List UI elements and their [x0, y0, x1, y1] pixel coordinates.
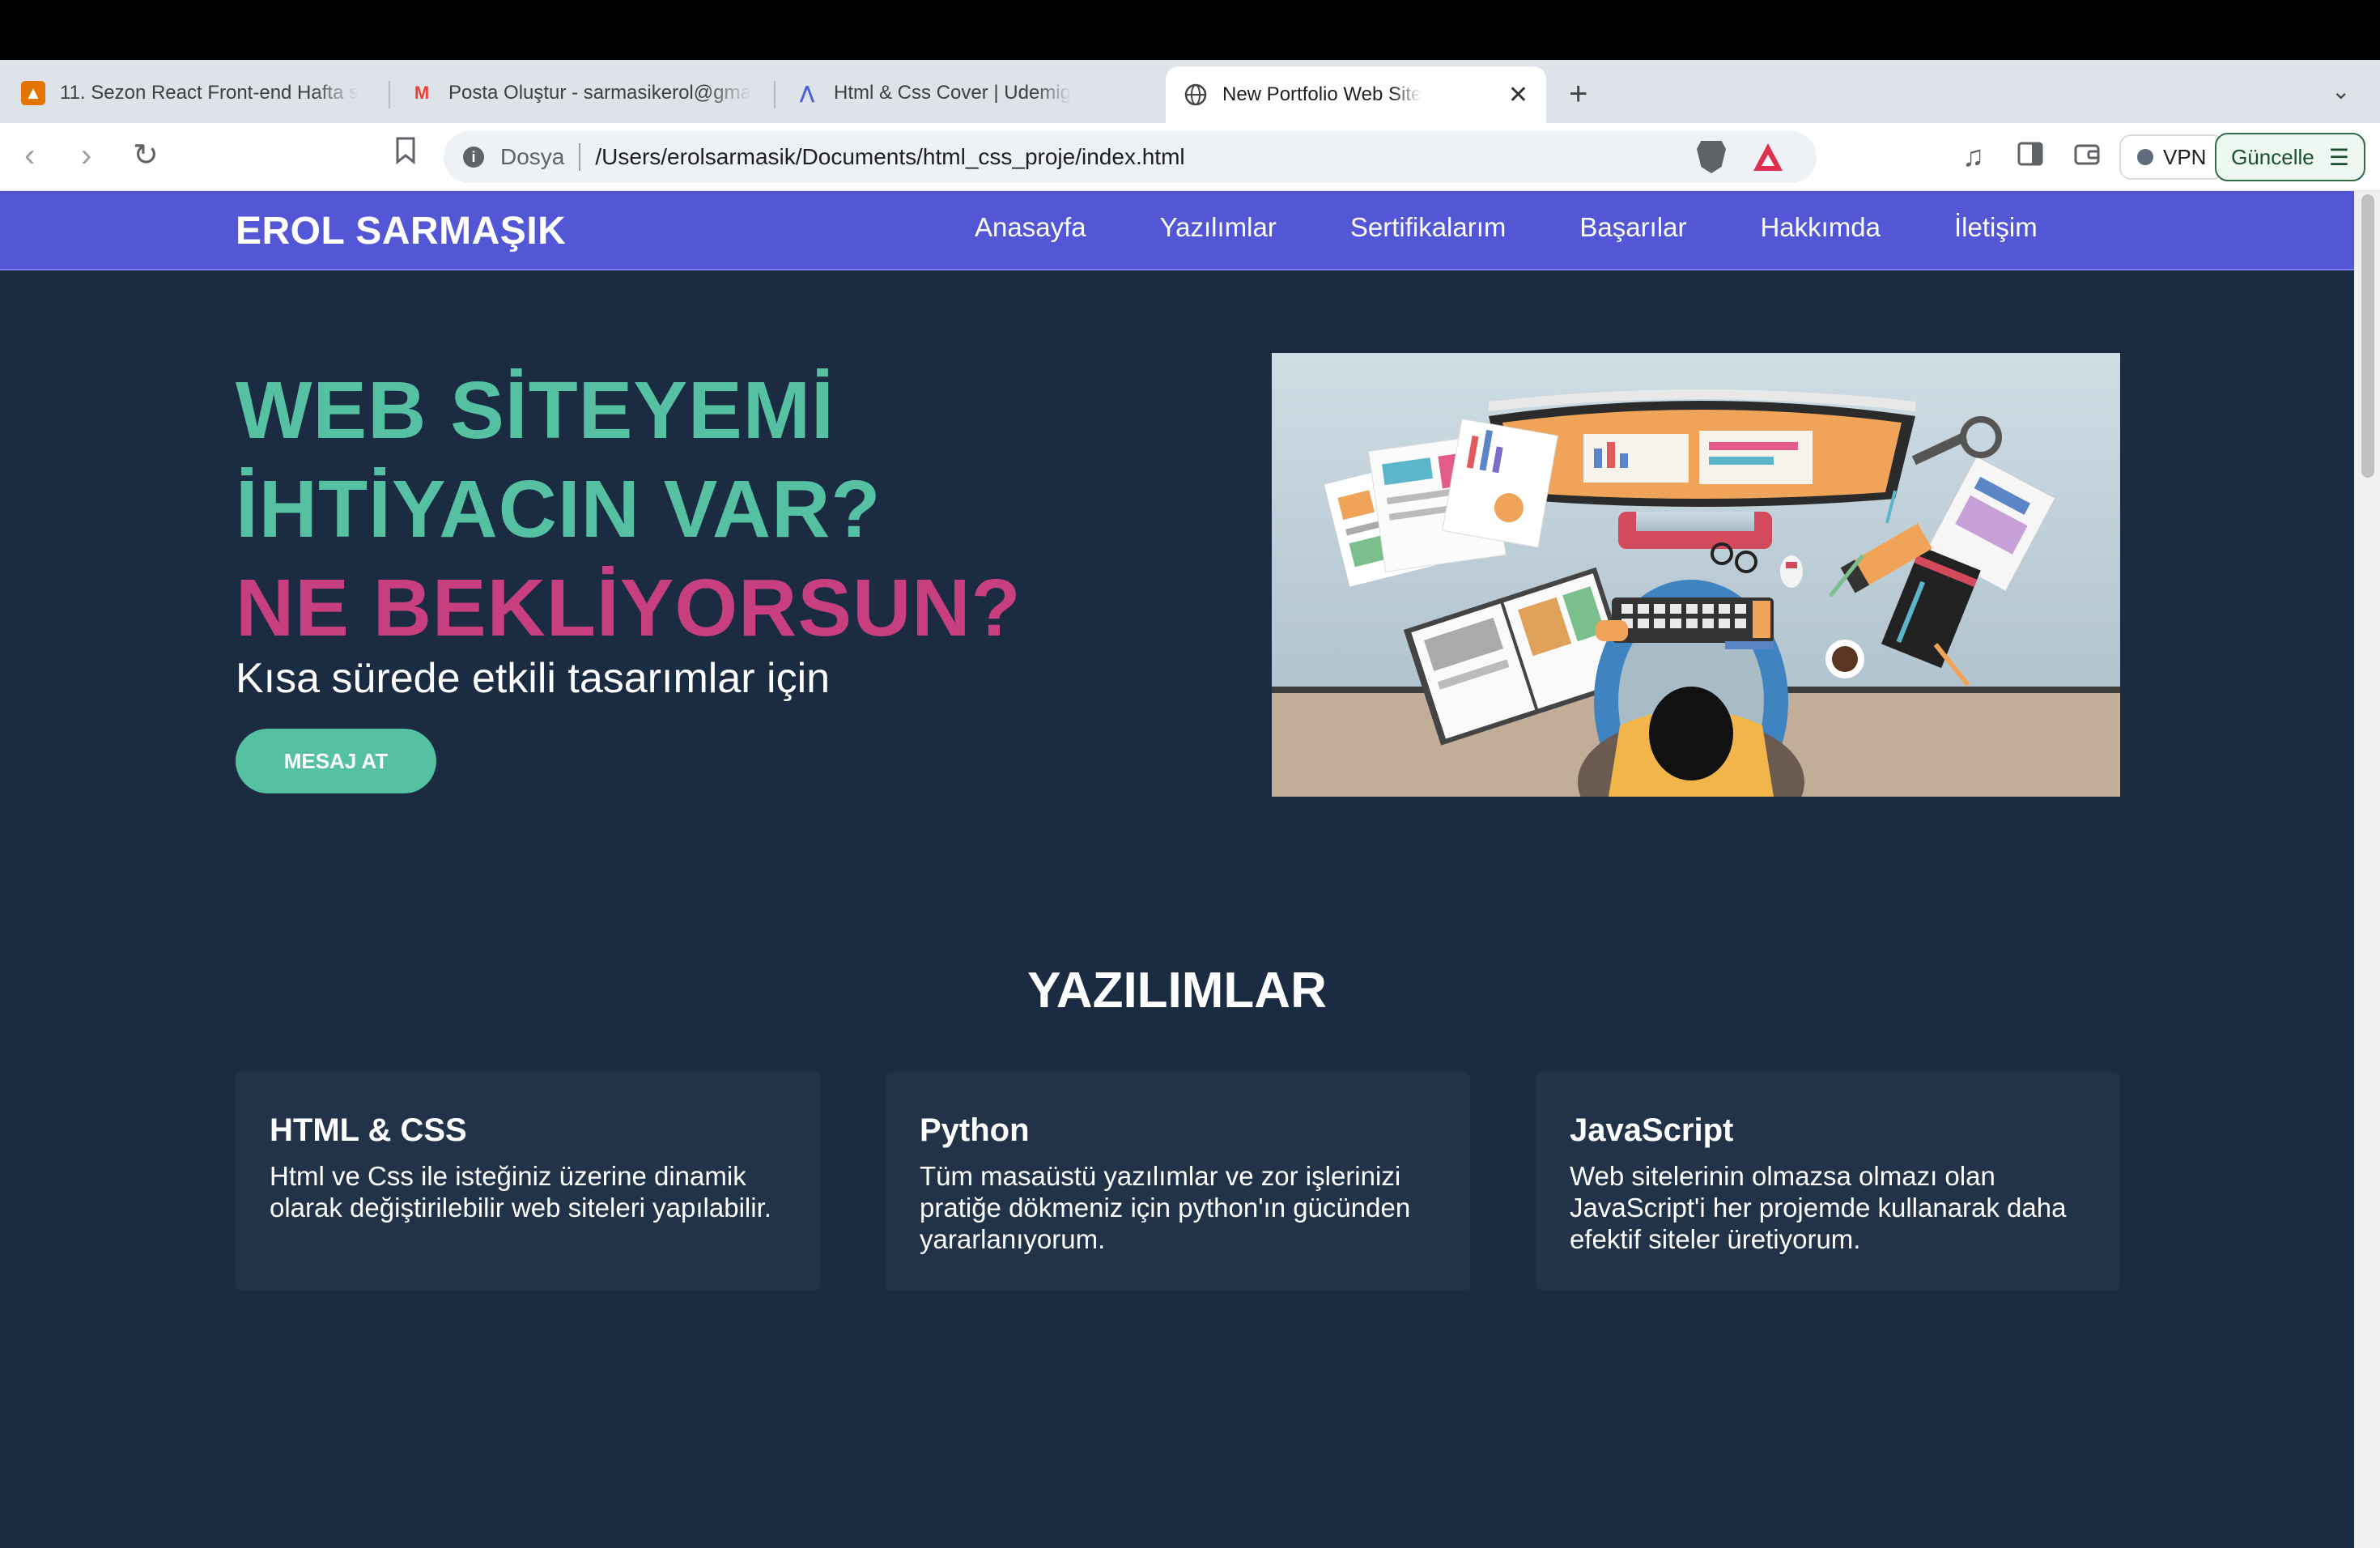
gmail-icon: M: [414, 83, 430, 103]
globe-icon: [1184, 83, 1208, 107]
tab-label: Posta Oluştur - sarmasikerol@gma: [448, 82, 751, 104]
menu-hamburger-icon: ☰: [2328, 144, 2349, 170]
tab-separator: [774, 81, 776, 108]
back-arrow-icon[interactable]: ‹: [24, 136, 35, 175]
bookmark-icon[interactable]: [395, 136, 416, 175]
tab-label: Html & Css Cover | Udemig: [834, 82, 1071, 104]
hero-illustration-workspace: [1272, 353, 2120, 797]
tab-gmail-compose[interactable]: M Posta Oluştur - sarmasikerol@gma: [392, 68, 771, 118]
nav-link-basarilar[interactable]: Başarılar: [1579, 212, 1686, 243]
address-bar-actions: [1697, 131, 1783, 183]
vpn-status-icon: [2137, 149, 2153, 165]
card-title: Python: [920, 1112, 1030, 1148]
update-label: Güncelle: [2231, 144, 2314, 169]
chevron-down-icon[interactable]: ⌄: [2331, 78, 2350, 104]
page-scrollbar[interactable]: [2354, 191, 2380, 1548]
card-text: Web sitelerinin olmazsa olmazı olan Java…: [1570, 1161, 2067, 1254]
hero-title-line-1: WEB SİTEYEMİ: [236, 365, 835, 456]
card-python: Python Tüm masaüstü yazılımlar ve zor iş…: [886, 1072, 1470, 1291]
udemig-icon: ⋀: [799, 83, 815, 103]
info-icon[interactable]: i: [463, 147, 484, 168]
window-top-bar: [0, 0, 2380, 60]
tab-portfolio-active[interactable]: New Portfolio Web Site ✕: [1166, 66, 1546, 123]
tab-label: New Portfolio Web Site: [1222, 83, 1422, 105]
media-music-icon[interactable]: ♫: [1962, 139, 1984, 173]
card-title: JavaScript: [1570, 1112, 1734, 1148]
classroom-icon: ▲: [21, 81, 45, 105]
brave-shields-icon[interactable]: [1697, 141, 1726, 173]
card-text: Html ve Css ile isteğiniz üzerine dinami…: [270, 1161, 771, 1223]
hero-title-line-3: NE BEKLİYORSUN?: [236, 563, 1022, 653]
forward-arrow-icon[interactable]: ›: [81, 136, 91, 175]
nav-link-yazilimlar[interactable]: Yazılımlar: [1160, 212, 1277, 243]
address-url: /Users/erolsarmasik/Documents/html_css_p…: [595, 144, 1185, 169]
page-viewport: EROL SARMAŞIK Anasayfa Yazılımlar Sertif…: [0, 191, 2354, 1548]
update-button[interactable]: Güncelle ☰: [2215, 133, 2365, 181]
tab-udemig[interactable]: ⋀ Html & Css Cover | Udemig: [777, 68, 1158, 118]
hero-subtitle: Kısa sürede etkili tasarımlar için: [236, 655, 831, 702]
card-title: HTML & CSS: [270, 1112, 467, 1148]
nav-link-hakkimda[interactable]: Hakkımda: [1760, 212, 1881, 243]
nav-link-anasayfa[interactable]: Anasayfa: [975, 212, 1086, 243]
tab-separator: [389, 81, 390, 108]
browser-toolbar: ‹ › ↻ i Dosya /Users/erolsarmasik/Docume…: [0, 123, 2380, 191]
tab-react-course[interactable]: ▲ 11. Sezon React Front-end Hafta s: [3, 68, 385, 118]
address-scheme: Dosya: [500, 144, 565, 169]
tab-strip: ▲ 11. Sezon React Front-end Hafta s M Po…: [0, 60, 2380, 123]
reload-icon[interactable]: ↻: [133, 136, 159, 175]
nav-link-iletisim[interactable]: İletişim: [1954, 212, 2038, 243]
close-icon[interactable]: ✕: [1492, 81, 1528, 109]
address-separator: [579, 143, 581, 171]
brave-rewards-icon[interactable]: [1753, 143, 1783, 171]
tab-label: 11. Sezon React Front-end Hafta s: [60, 82, 359, 104]
site-menu: Anasayfa Yazılımlar Sertifikalarım Başar…: [975, 212, 2038, 243]
card-text: Tüm masaüstü yazılımlar ve zor işleriniz…: [920, 1161, 1411, 1254]
scrollbar-thumb[interactable]: [2361, 194, 2374, 478]
nav-link-sertifikalarim[interactable]: Sertifikalarım: [1350, 212, 1507, 243]
sidebar-toggle-icon[interactable]: [2017, 139, 2043, 173]
card-html-css: HTML & CSS Html ve Css ile isteğiniz üze…: [236, 1072, 820, 1291]
vpn-label: VPN: [2163, 144, 2207, 169]
hero-title-line-2: İHTİYACIN VAR?: [236, 464, 882, 555]
wallet-icon[interactable]: [2074, 139, 2100, 173]
new-tab-plus-icon[interactable]: +: [1569, 76, 1587, 113]
site-navbar: EROL SARMAŞIK Anasayfa Yazılımlar Sertif…: [0, 191, 2354, 270]
site-brand-logo[interactable]: EROL SARMAŞIK: [236, 209, 566, 253]
section-title-software: YAZILIMLAR: [1027, 963, 1327, 1019]
send-message-button[interactable]: MESAJ AT: [236, 729, 436, 793]
card-javascript: JavaScript Web sitelerinin olmazsa olmaz…: [1536, 1072, 2120, 1291]
vpn-button[interactable]: VPN: [2119, 134, 2225, 180]
address-bar[interactable]: i Dosya /Users/erolsarmasik/Documents/ht…: [444, 131, 1817, 183]
